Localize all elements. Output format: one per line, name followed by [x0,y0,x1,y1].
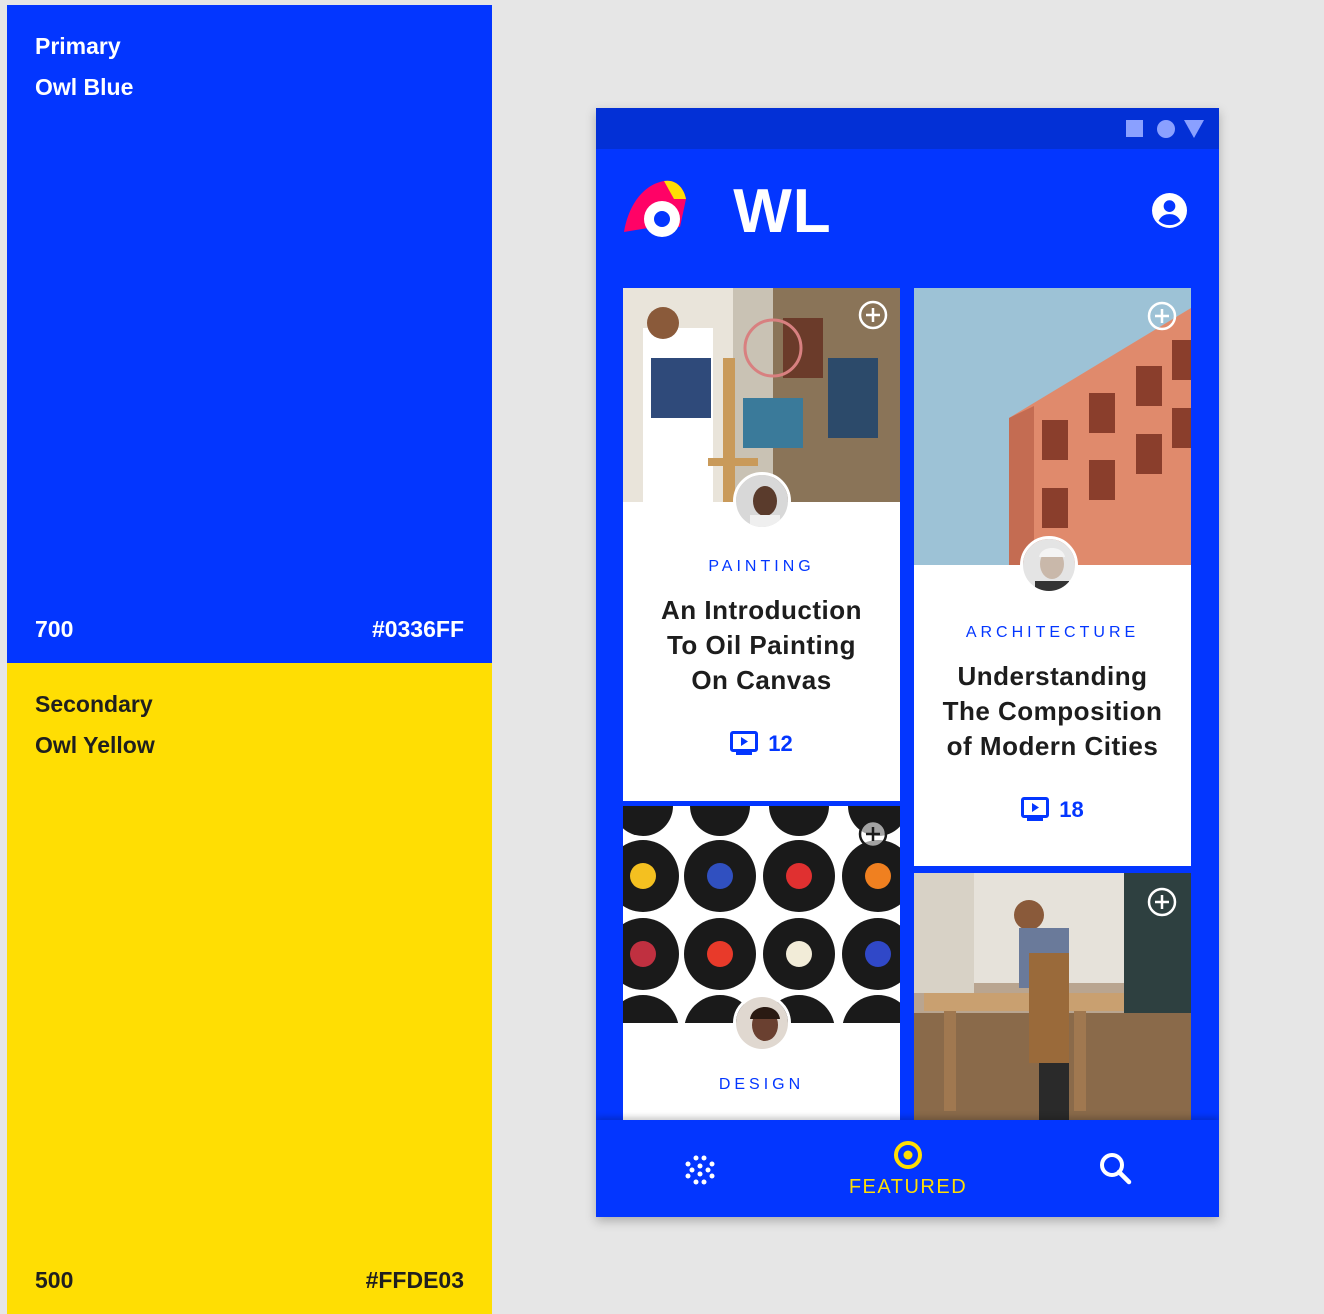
status-bar [596,108,1219,149]
add-icon[interactable] [858,819,888,849]
add-icon[interactable] [1147,301,1177,331]
course-card-painting[interactable]: PAINTING An Introduction To Oil Painting… [623,288,900,801]
featured-target-icon [894,1141,922,1169]
logo-text: OWL [733,177,832,246]
circle-icon [1157,120,1175,138]
course-category: ARCHITECTURE [965,624,1140,641]
lesson-count: 12 [623,731,900,757]
square-icon [1126,120,1143,137]
add-icon[interactable] [858,300,888,330]
dots-grid-icon[interactable] [684,1154,716,1186]
app-bar: OWL [596,149,1219,279]
primary-swatch-name: Owl Blue [35,74,134,100]
owl-logo[interactable]: OWL [622,177,831,247]
secondary-swatch-shade: 500 [35,1267,74,1293]
bottom-navigation: FEATURED [596,1120,1219,1217]
account-circle-icon[interactable] [1152,193,1187,228]
secondary-swatch-hex: #FFDE03 [365,1267,464,1293]
course-card-design[interactable]: DESIGN [623,806,900,1126]
triangle-icon [1184,120,1204,138]
secondary-color-swatch: Secondary Owl Yellow 500 #FFDE03 [7,663,492,1314]
course-card-architecture[interactable]: ARCHITECTURE Understanding The Compositi… [914,288,1191,866]
nav-label-featured: FEATURED [848,1176,968,1198]
video-lesson-icon [1021,797,1050,821]
avatar [1020,536,1078,594]
secondary-swatch-label: Secondary [35,691,153,717]
lesson-count: 18 [914,797,1191,823]
course-category: PAINTING [708,558,815,575]
search-icon[interactable] [1098,1151,1132,1185]
add-icon[interactable] [1147,887,1177,917]
avatar [733,472,791,530]
primary-swatch-hex: #0336FF [371,616,464,642]
course-title: An Introduction To Oil Painting On Canva… [660,595,862,695]
course-card-woodworking[interactable] [914,873,1191,1126]
owl-logo-mark-icon [624,180,686,237]
primary-color-swatch: Primary Owl Blue 700 #0336FF [7,5,492,663]
primary-swatch-label: Primary [35,33,121,59]
primary-swatch-shade: 700 [35,616,74,642]
avatar [733,994,791,1052]
course-category: DESIGN [718,1076,805,1093]
secondary-swatch-name: Owl Yellow [35,732,155,758]
nav-item-featured[interactable]: FEATURED [826,1140,990,1210]
video-lesson-icon [730,731,759,755]
course-title: Understanding The Composition of Modern … [942,661,1163,761]
phone-mockup: OWL [596,108,1219,1217]
